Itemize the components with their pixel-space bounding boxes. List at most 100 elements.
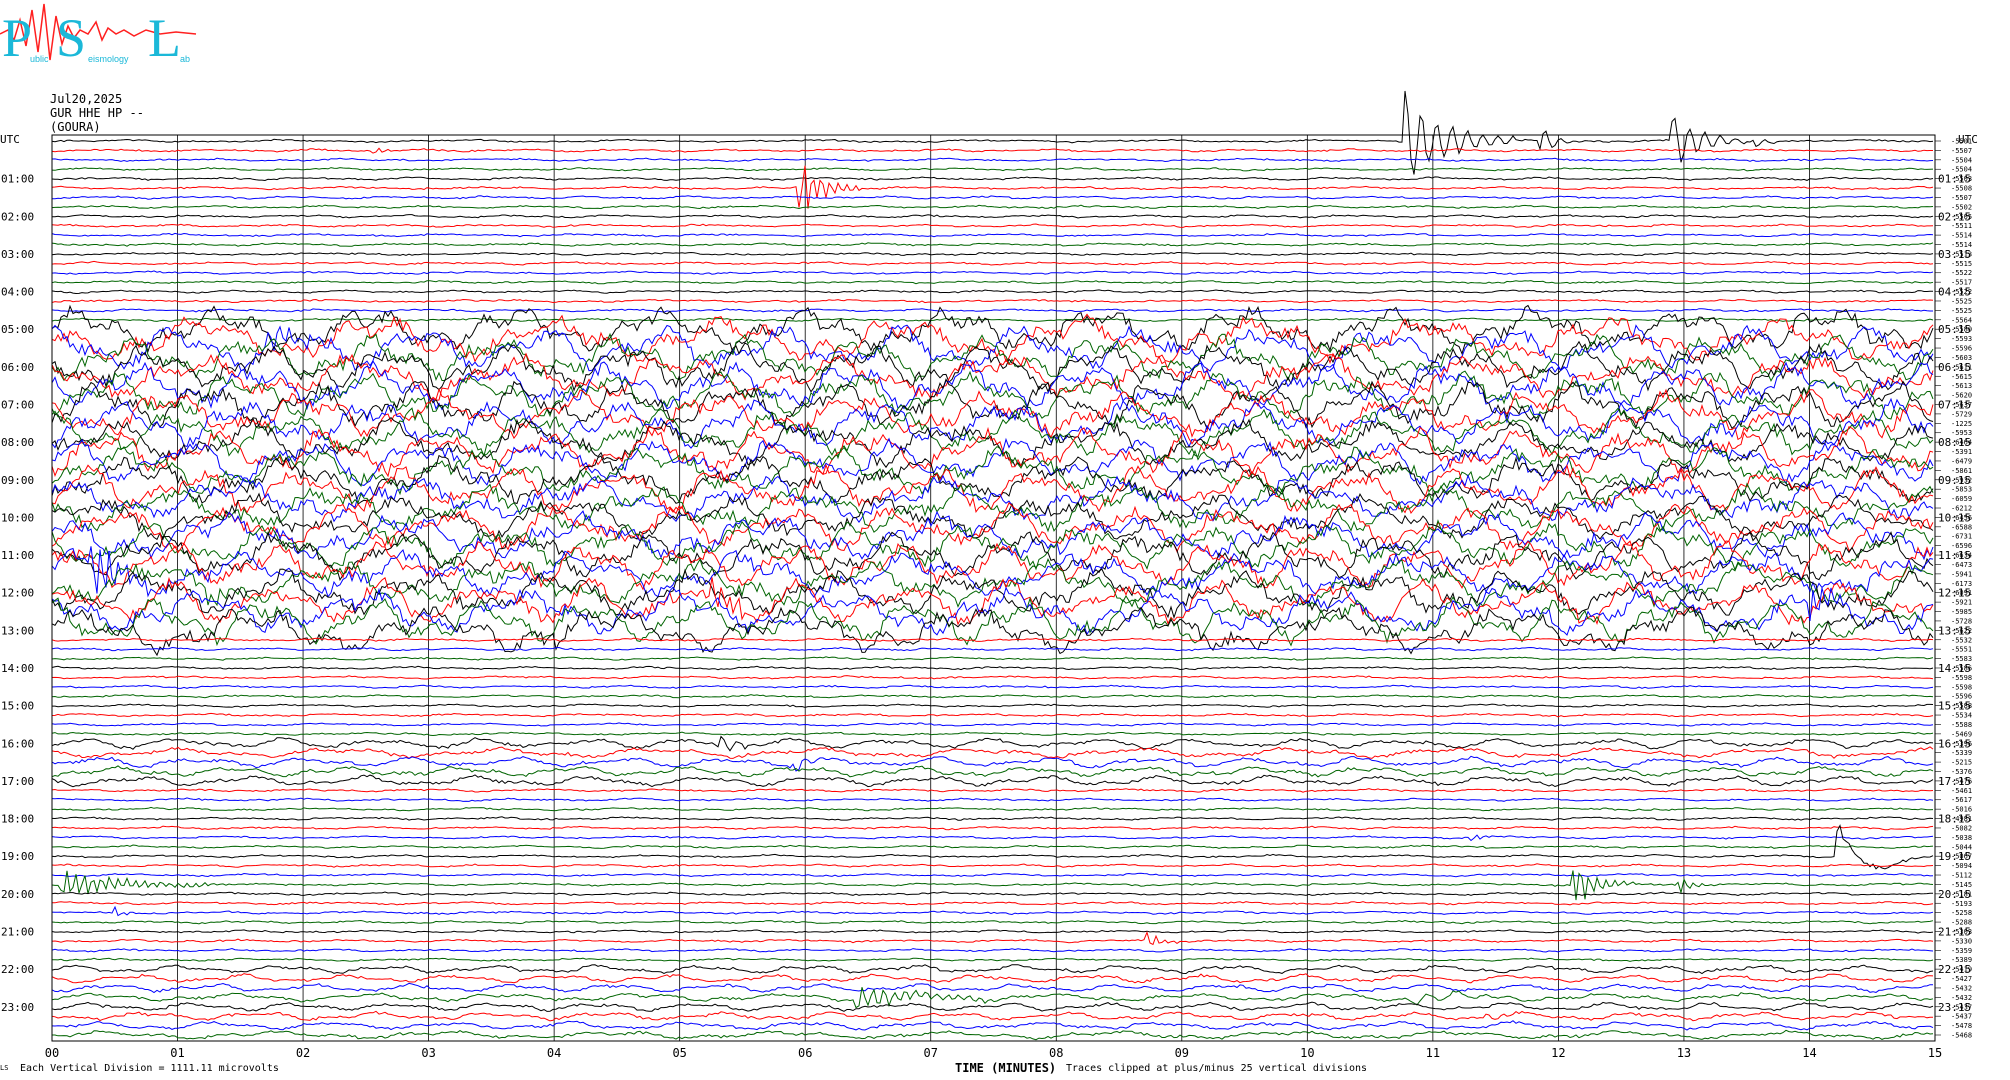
row-value-label: -5586: [1951, 664, 1972, 672]
trace-line: [52, 703, 1934, 708]
left-hour-label: 11:00: [1, 549, 34, 562]
x-tick-label: 09: [1175, 1046, 1189, 1060]
row-value-label: -5525: [1951, 307, 1972, 315]
row-value-label: -5181: [1951, 890, 1972, 898]
left-hour-label: 05:00: [1, 323, 34, 336]
left-hour-label: 10:00: [1, 511, 34, 524]
row-value-label: -5953: [1951, 429, 1972, 437]
trace-line: [51, 919, 1934, 925]
row-value-label: -5502: [1951, 203, 1972, 211]
row-value-label: -5517: [1951, 279, 1972, 287]
row-value-label: -5861: [1951, 467, 1972, 475]
row-value-label: -6091: [1951, 589, 1972, 597]
left-hour-label: 16:00: [1, 737, 34, 750]
row-value-label: -6173: [1951, 580, 1972, 588]
trace-line: [51, 905, 1934, 917]
trace-line: [51, 712, 1934, 718]
row-value-label: -5551: [1951, 646, 1972, 654]
row-value-label: -5941: [1951, 570, 1972, 578]
footer-time-label: TIME (MINUTES): [955, 1061, 1057, 1075]
trace-line: [52, 1029, 1934, 1041]
trace-line: [51, 982, 1934, 994]
row-value-label: -5476: [1951, 777, 1972, 785]
left-hour-label: 07:00: [1, 398, 34, 411]
trace-line: [51, 242, 1934, 247]
x-tick-label: 13: [1677, 1046, 1691, 1060]
row-value-label: -5611: [1951, 363, 1972, 371]
row-value-label: -5620: [1951, 392, 1972, 400]
left-hour-label: 02:00: [1, 210, 34, 223]
row-value-label: -5505: [1951, 213, 1972, 221]
row-value-label: -5427: [1951, 975, 1972, 983]
x-tick-label: 14: [1802, 1046, 1816, 1060]
trace-line: [51, 90, 1934, 175]
row-value-label: -4981: [1951, 815, 1972, 823]
row-value-label: -5932: [1951, 476, 1972, 484]
row-value-label: -5501: [1951, 138, 1972, 146]
trace-line: [51, 787, 1934, 793]
row-value-label: -5598: [1951, 683, 1972, 691]
left-hour-label: 01:00: [1, 173, 34, 186]
row-value-label: -6634: [1951, 552, 1972, 560]
left-hour-label: 19:00: [1, 850, 34, 863]
trace-line: [51, 204, 1934, 210]
trace-line: [51, 816, 1934, 821]
x-tick-label: 04: [547, 1046, 561, 1060]
trace-line: [51, 844, 1934, 850]
x-tick-label: 01: [170, 1046, 184, 1060]
row-value-label: -5613: [1951, 382, 1972, 390]
row-value-label: -5588: [1951, 702, 1972, 710]
row-value-label: -6059: [1951, 495, 1972, 503]
trace-line: [51, 973, 1934, 984]
trace-line: [51, 270, 1934, 275]
trace-line: [51, 891, 1934, 897]
trace-line: [51, 637, 1934, 642]
footer-clip-note: Traces clipped at plus/minus 25 vertical…: [1066, 1063, 1368, 1074]
trace-line: [51, 437, 1934, 486]
trace-line: [51, 825, 1934, 831]
row-value-label: -6464: [1951, 439, 1972, 447]
row-value-label: -5514: [1951, 241, 1972, 249]
x-tick-label: 00: [45, 1046, 59, 1060]
row-value-label: -5598: [1951, 674, 1972, 682]
row-value-label: -5514: [1951, 232, 1972, 240]
trace-line: [51, 176, 1934, 182]
row-value-label: -5615: [1951, 373, 1972, 381]
row-value-label: -6731: [1951, 533, 1972, 541]
row-value-label: -5437: [1951, 1003, 1972, 1011]
row-value-label: -5596: [1951, 345, 1972, 353]
trace-line: [52, 957, 1934, 962]
trace-line: [51, 223, 1934, 228]
row-value-label: -5525: [1951, 297, 1972, 305]
x-tick-label: 06: [798, 1046, 812, 1060]
row-value-label: -5596: [1951, 693, 1972, 701]
row-value-label: -5503: [1951, 175, 1972, 183]
row-value-label: -6588: [1951, 523, 1972, 531]
row-value-label: -6479: [1951, 457, 1972, 465]
trace-line: [51, 445, 1934, 496]
trace-line: [51, 317, 1934, 322]
trace-line: [51, 987, 1934, 1009]
left-hour-label: 17:00: [1, 775, 34, 788]
trace-line: [51, 765, 1934, 778]
row-value-label: -5082: [1951, 824, 1972, 832]
trace-line: [51, 722, 1934, 727]
row-value-label: -5853: [1951, 486, 1972, 494]
row-value-label: -5468: [1951, 1032, 1972, 1040]
row-value-label: -5522: [1951, 288, 1972, 296]
trace-line: [51, 1010, 1934, 1022]
x-tick-label: 11: [1426, 1046, 1440, 1060]
row-value-label: -5588: [1951, 721, 1972, 729]
trace-line: [51, 195, 1934, 200]
left-hour-label: 09:00: [1, 474, 34, 487]
trace-line: [51, 157, 1934, 163]
trace-line: [51, 289, 1934, 295]
trace-line: [51, 863, 1934, 868]
row-value-label: -6456: [1951, 514, 1972, 522]
x-tick-label: 10: [1300, 1046, 1314, 1060]
trace-line: [51, 735, 1934, 752]
row-value-label: -5504: [1951, 166, 1972, 174]
row-value-label: -5515: [1951, 260, 1972, 268]
row-value-label: -5044: [1951, 843, 1972, 851]
row-value-label: -5391: [1951, 448, 1972, 456]
